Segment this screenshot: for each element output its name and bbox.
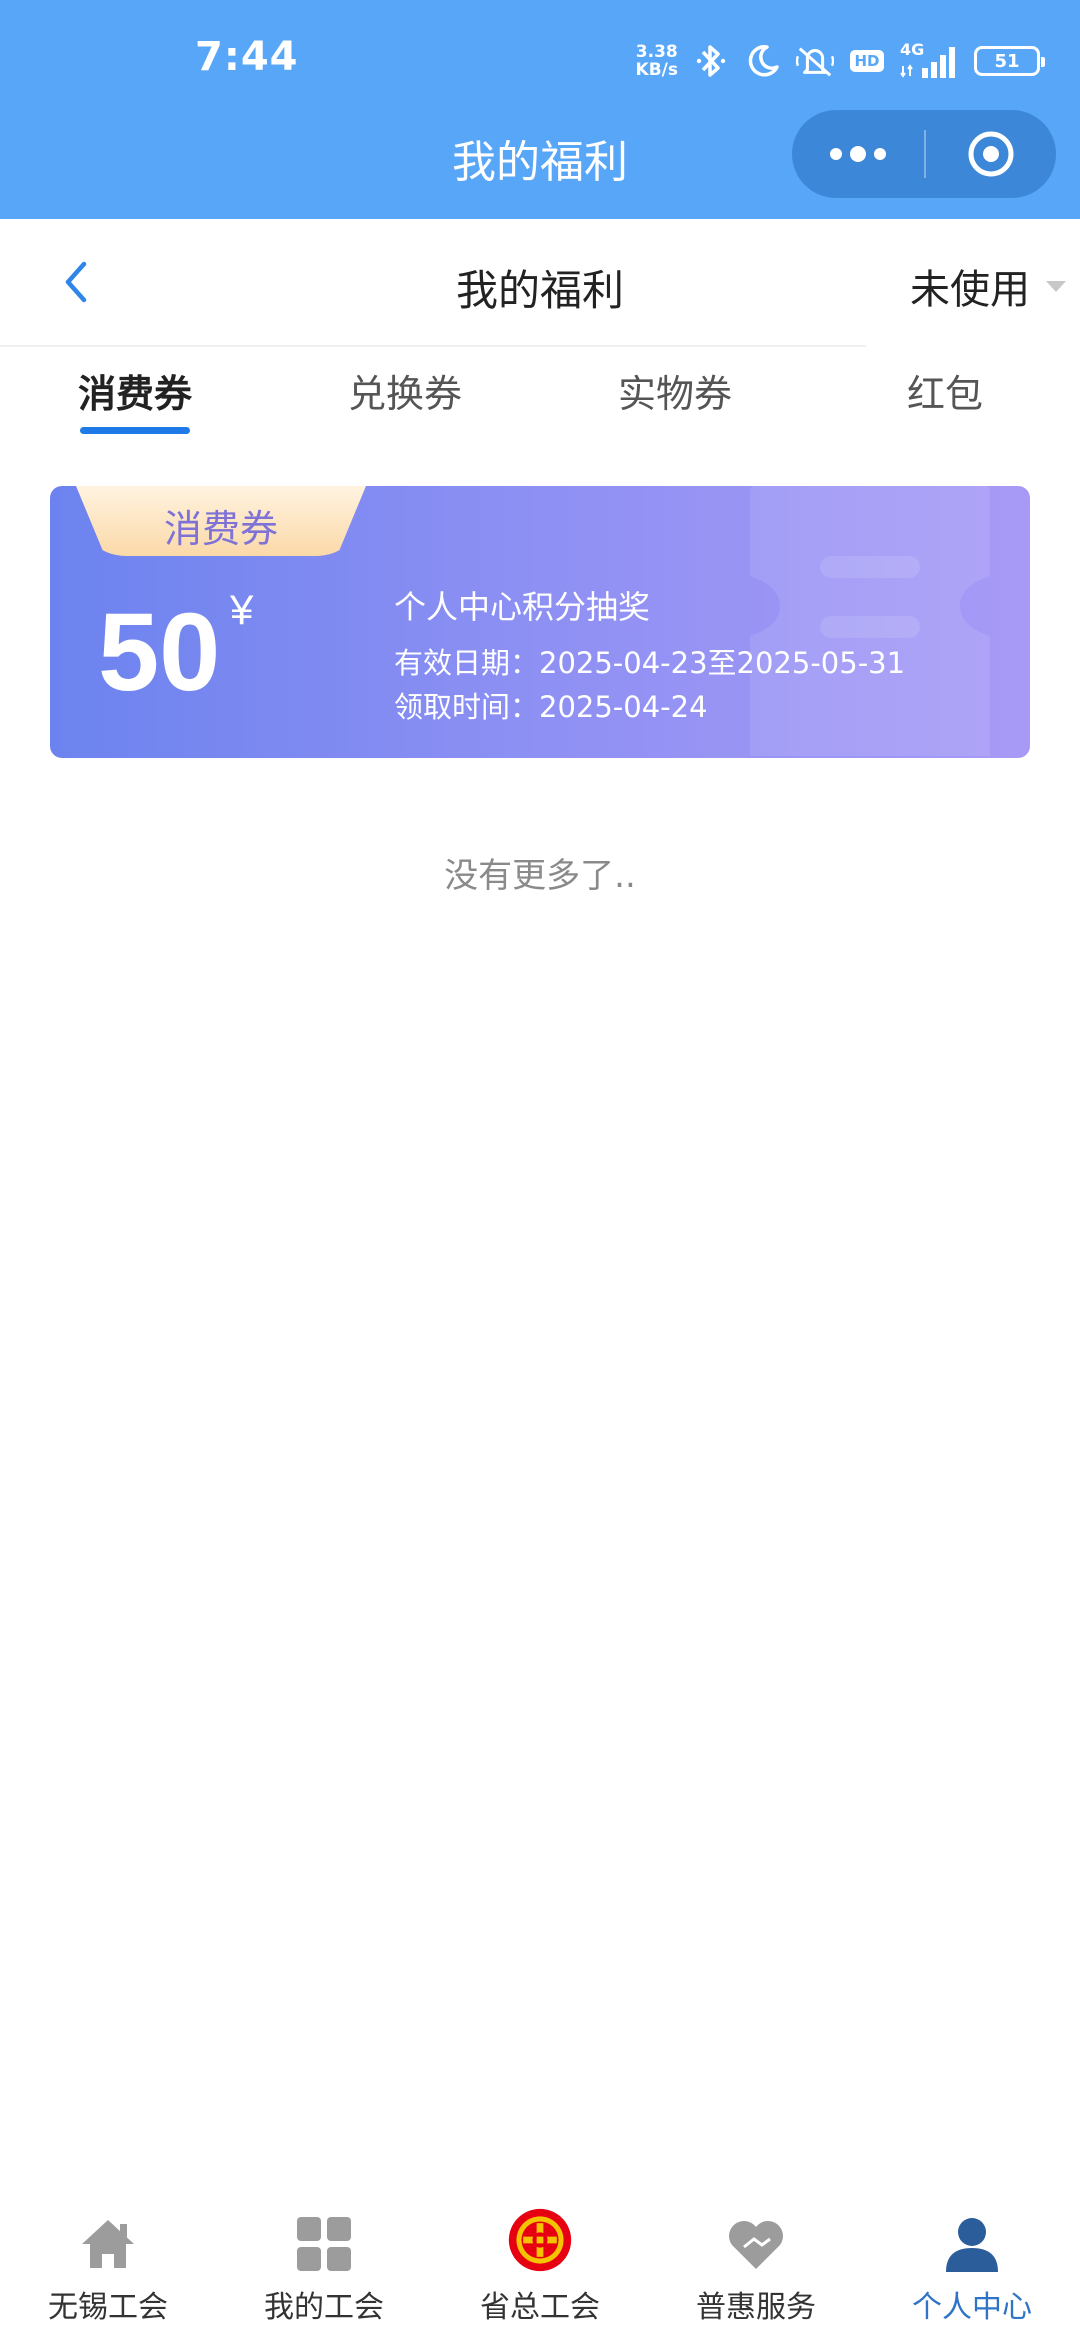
tab-label: 消费券 [77, 372, 192, 416]
hd-icon: HD [848, 42, 886, 80]
mini-program-capsule [792, 110, 1056, 198]
battery-icon: 51 [974, 46, 1045, 76]
signal-icon: 4G [900, 42, 960, 80]
network-speed-unit: KB/s [635, 60, 678, 80]
caret-down-icon [1046, 280, 1066, 292]
tab-consumer-coupon[interactable]: 消费券 [0, 347, 270, 447]
battery-level: 51 [994, 50, 1020, 72]
nav-label: 省总工会 [480, 2290, 600, 2325]
tab-label: 实物券 [617, 372, 732, 416]
target-close-icon [968, 131, 1014, 177]
nav-label: 个人中心 [912, 2290, 1032, 2325]
coupon-card[interactable]: 消费券 50 ¥ 个人中心积分抽奖 有效日期：2025-04-23至2025-0… [50, 486, 1030, 758]
nav-benefit-service[interactable]: 普惠服务 [648, 2192, 864, 2340]
union-emblem-icon [508, 2208, 572, 2276]
nav-label: 普惠服务 [696, 2290, 816, 2325]
network-speed: 3.38 KB/s [636, 43, 678, 79]
coupon-valid-period: 有效日期：2025-04-23至2025-05-31 [394, 646, 906, 680]
nav-label: 无锡工会 [48, 2290, 168, 2325]
coupon-tag: 消费券 [163, 507, 278, 551]
status-filter-label: 未使用 [910, 267, 1030, 313]
tab-physical-coupon[interactable]: 实物券 [540, 347, 810, 447]
page-nav-bar: 我的福利 未使用 [0, 219, 1080, 345]
nav-personal-center[interactable]: 个人中心 [864, 2192, 1080, 2340]
bluetooth-icon [692, 42, 730, 80]
tab-red-packet[interactable]: 红包 [810, 347, 1080, 447]
hd-label: HD [850, 50, 884, 72]
moon-icon [744, 42, 782, 80]
person-icon [940, 2212, 1004, 2276]
ticket-watermark-icon [750, 486, 990, 756]
top-header: 7:44 3.38 KB/s HD 4G 51 我的福利 [0, 0, 1080, 219]
tab-exchange-coupon[interactable]: 兑换券 [270, 347, 540, 447]
close-mini-program-button[interactable] [926, 110, 1056, 198]
coupon-name: 个人中心积分抽奖 [394, 588, 651, 626]
mute-icon [796, 42, 834, 80]
more-dot-icon [874, 148, 886, 160]
status-icons: 3.38 KB/s HD 4G 51 [636, 36, 1045, 86]
home-icon [76, 2212, 140, 2276]
network-speed-value: 3.38 [635, 42, 678, 62]
coupon-currency: ¥ [230, 586, 254, 633]
coupon-received-time: 领取时间：2025-04-24 [394, 690, 708, 724]
active-tab-indicator [80, 427, 190, 434]
status-time: 7:44 [195, 34, 299, 80]
coupon-type-tabs: 消费券 兑换券 实物券 红包 [0, 347, 1080, 447]
nav-wuxi-union[interactable]: 无锡工会 [0, 2192, 216, 2340]
more-menu-button[interactable] [792, 110, 924, 198]
heart-icon [724, 2212, 788, 2276]
tab-label: 红包 [906, 372, 983, 416]
nav-provincial-union[interactable]: 省总工会 [432, 2192, 648, 2340]
end-of-list-hint: 没有更多了.. [444, 856, 636, 896]
nav-my-union[interactable]: 我的工会 [216, 2192, 432, 2340]
grid-icon [292, 2212, 356, 2276]
nav-label: 我的工会 [264, 2290, 384, 2325]
status-filter-dropdown[interactable]: 未使用 [910, 257, 1066, 315]
more-dot-icon [830, 148, 842, 160]
more-dot-icon [850, 146, 866, 162]
coupon-amount: 50 [98, 591, 221, 714]
tab-label: 兑换券 [347, 372, 462, 416]
bottom-tab-bar: 无锡工会 我的工会 省总工会 普惠服务 个人中心 [0, 2192, 1080, 2340]
